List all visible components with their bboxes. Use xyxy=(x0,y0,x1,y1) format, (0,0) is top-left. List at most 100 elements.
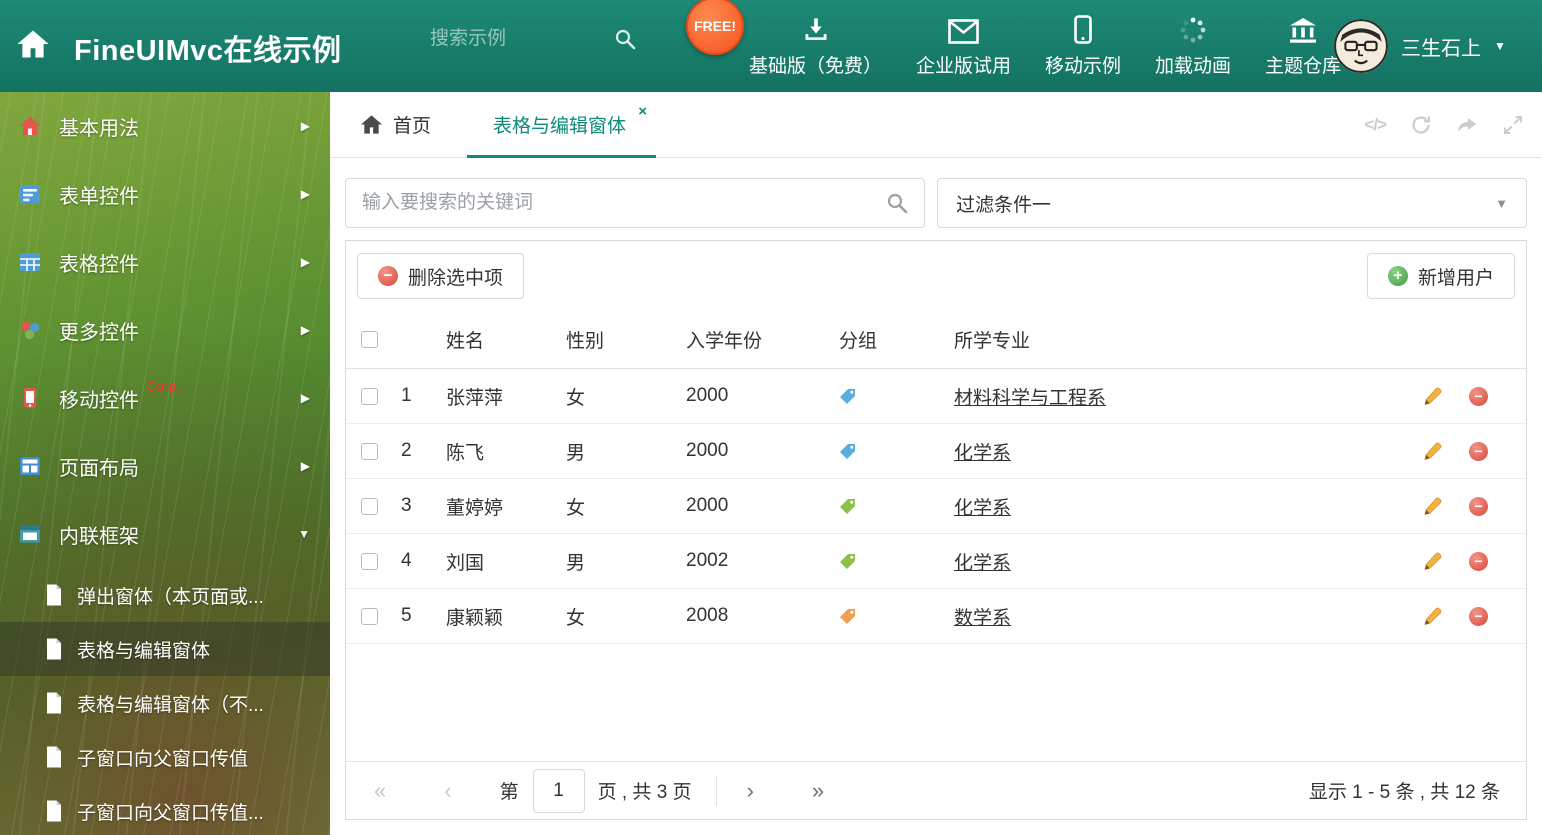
delete-row-icon[interactable] xyxy=(1469,386,1488,406)
download-icon xyxy=(802,14,830,44)
row-checkbox[interactable] xyxy=(361,552,378,570)
add-user-button[interactable]: 新增用户 xyxy=(1366,253,1515,299)
sidebar-subitem-grid-edit-window[interactable]: 表格与编辑窗体 xyxy=(0,622,330,676)
row-checkbox[interactable] xyxy=(361,607,378,625)
keyword-search-input[interactable] xyxy=(362,192,886,214)
sidebar: 基本用法 ▶ 表单控件 ▶ 表格控件 ▶ 更多控件 ▶ 移动控件 Corp. ▶… xyxy=(0,92,330,835)
last-page-button[interactable]: » xyxy=(812,779,824,802)
row-checkbox[interactable] xyxy=(361,387,378,405)
tab-bar: 首页 表格与编辑窗体 × </> xyxy=(330,92,1542,158)
edit-icon[interactable] xyxy=(1423,607,1442,626)
delete-row-icon[interactable] xyxy=(1469,496,1488,516)
filter-row: 过滤条件一 ▼ xyxy=(345,178,1527,228)
page-number-input[interactable] xyxy=(532,768,585,813)
row-checkbox[interactable] xyxy=(361,442,378,460)
prev-page-button[interactable]: ‹ xyxy=(444,779,451,802)
first-page-button[interactable]: « xyxy=(374,779,386,802)
sidebar-item-iframe[interactable]: 内联框架 ▼ xyxy=(0,500,330,568)
sidebar-item-mobile-controls[interactable]: 移动控件 Corp. ▶ xyxy=(0,364,330,432)
tab-tools: </> xyxy=(1364,92,1524,157)
edit-icon[interactable] xyxy=(1423,387,1442,406)
edit-icon[interactable] xyxy=(1423,442,1442,461)
cell-gender: 女 xyxy=(566,607,586,629)
cell-gender: 男 xyxy=(566,552,586,574)
record-summary: 显示 1 - 5 条 , 共 12 条 xyxy=(1308,782,1500,803)
major-link[interactable]: 化学系 xyxy=(954,553,1011,574)
home-icon[interactable] xyxy=(16,28,50,65)
plus-circle-icon xyxy=(1387,266,1408,286)
nav-mobile-demo[interactable]: 移动示例 xyxy=(1028,14,1138,78)
column-header-name: 姓名 xyxy=(446,331,485,352)
major-link[interactable]: 材料科学与工程系 xyxy=(954,388,1106,409)
chevron-right-icon: ▶ xyxy=(300,255,310,269)
delete-selected-button[interactable]: 删除选中项 xyxy=(357,253,525,299)
caret-down-icon: ▼ xyxy=(1495,195,1508,211)
delete-row-icon[interactable] xyxy=(1469,441,1488,461)
file-icon xyxy=(44,745,64,769)
edit-icon[interactable] xyxy=(1423,497,1442,516)
free-badge-label: FREE! xyxy=(694,18,736,34)
table-row: 3 董婷婷 女 2000 化学系 xyxy=(346,479,1526,534)
sidebar-subitem-child-to-parent[interactable]: 子窗口向父窗口传值 xyxy=(0,730,330,784)
nav-loading-animation[interactable]: 加载动画 xyxy=(1138,14,1248,78)
major-link[interactable]: 化学系 xyxy=(954,498,1011,519)
refresh-icon[interactable] xyxy=(1410,114,1432,136)
page-count-label: 页 , 共 3 页 xyxy=(597,782,692,803)
chevron-right-icon: ▶ xyxy=(300,187,310,201)
mail-icon xyxy=(948,14,979,44)
sidebar-subitem-grid-edit-window-2[interactable]: 表格与编辑窗体（不... xyxy=(0,676,330,730)
delete-row-icon[interactable] xyxy=(1469,551,1488,571)
file-icon xyxy=(44,637,64,661)
select-all-checkbox[interactable] xyxy=(361,331,378,348)
column-header-major: 所学专业 xyxy=(954,331,1031,352)
sidebar-subitem-popup-window[interactable]: 弹出窗体（本页面或... xyxy=(0,568,330,622)
cell-year: 2000 xyxy=(686,385,729,406)
row-index: 1 xyxy=(401,385,412,406)
search-icon[interactable] xyxy=(886,192,908,214)
share-icon[interactable] xyxy=(1456,114,1478,136)
phone-icon xyxy=(18,386,44,410)
sidebar-subitem-child-to-parent-2[interactable]: 子窗口向父窗口传值... xyxy=(0,784,330,835)
user-menu[interactable]: 三生石上 ▼ xyxy=(1334,0,1506,92)
major-link[interactable]: 数学系 xyxy=(954,608,1011,629)
frame-icon xyxy=(18,522,44,546)
sidebar-item-more-controls[interactable]: 更多控件 ▶ xyxy=(0,296,330,364)
tag-icon xyxy=(839,388,856,405)
header: FineUIMvc在线示例 FREE! 基础版（免费） 企业版试用 xyxy=(0,0,1542,92)
nav-basic-free[interactable]: 基础版（免费） xyxy=(732,14,899,78)
close-tab-icon[interactable]: × xyxy=(638,103,647,120)
file-icon xyxy=(44,799,64,823)
nav-enterprise-trial[interactable]: 企业版试用 xyxy=(899,14,1028,78)
tab-grid-edit-window[interactable]: 表格与编辑窗体 × xyxy=(467,92,657,158)
delete-row-icon[interactable] xyxy=(1469,606,1488,626)
page-prefix-label: 第 xyxy=(499,782,519,803)
major-link[interactable]: 化学系 xyxy=(954,443,1011,464)
cell-gender: 女 xyxy=(566,497,586,519)
edit-icon[interactable] xyxy=(1423,552,1442,571)
form-icon xyxy=(18,182,44,206)
cell-year: 2000 xyxy=(686,495,729,516)
sidebar-item-basic-usage[interactable]: 基本用法 ▶ xyxy=(0,92,330,160)
sidebar-item-grid-controls[interactable]: 表格控件 ▶ xyxy=(0,228,330,296)
column-header-gender: 性别 xyxy=(566,331,605,352)
pagination-bar: « ‹ 第 页 , 共 3 页 › » 显示 1 - 5 条 , 共 12 条 xyxy=(346,761,1526,819)
sidebar-item-label: 更多控件 xyxy=(59,321,139,344)
filter-dropdown[interactable]: 过滤条件一 ▼ xyxy=(937,178,1527,228)
sidebar-item-page-layout[interactable]: 页面布局 ▶ xyxy=(0,432,330,500)
main-content: 首页 表格与编辑窗体 × </> 输入要搜索的关键词 过滤条件一 ▼ − 删除选… xyxy=(330,92,1542,835)
header-search-input[interactable] xyxy=(430,28,580,50)
expand-icon[interactable] xyxy=(1502,114,1524,136)
sidebar-item-form-controls[interactable]: 表单控件 ▶ xyxy=(0,160,330,228)
row-checkbox[interactable] xyxy=(361,497,378,515)
cell-name: 陈飞 xyxy=(446,442,485,464)
next-page-button[interactable]: › xyxy=(747,779,754,802)
search-icon[interactable] xyxy=(614,28,636,50)
cell-name: 刘国 xyxy=(446,552,485,574)
table-row: 2 陈飞 男 2000 化学系 xyxy=(346,424,1526,479)
tag-icon xyxy=(839,553,856,570)
chevron-right-icon: ▶ xyxy=(300,323,310,337)
spinner-icon xyxy=(1179,14,1207,44)
tab-home[interactable]: 首页 xyxy=(360,111,431,138)
source-code-icon[interactable]: </> xyxy=(1364,115,1387,135)
home-tab-icon xyxy=(360,114,383,135)
